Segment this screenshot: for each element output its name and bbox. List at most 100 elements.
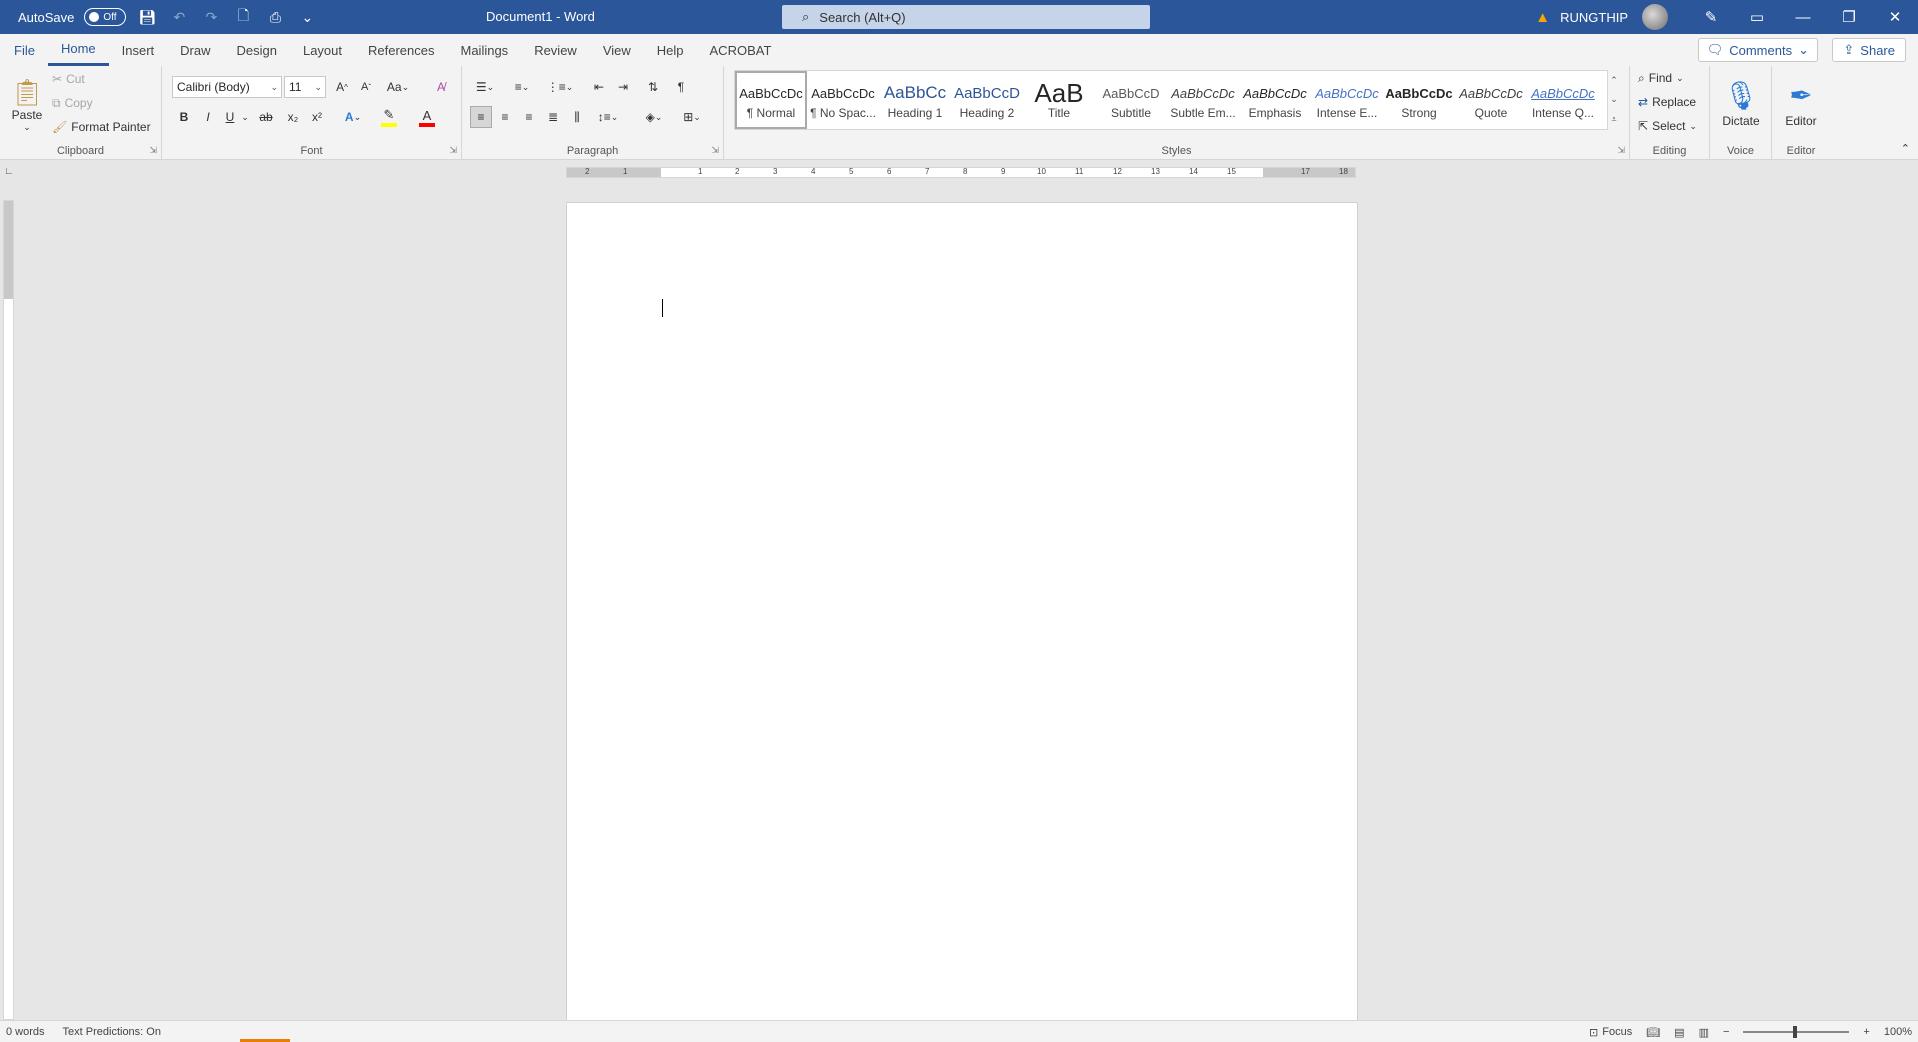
focus-button[interactable]: ⊡ Focus <box>1589 1026 1632 1039</box>
customize-qat-icon[interactable]: ⌄ <box>296 6 318 28</box>
sort-icon[interactable]: ⇅ <box>642 76 664 98</box>
tab-review[interactable]: Review <box>521 34 590 66</box>
numbering-icon[interactable]: ≡ ⌄ <box>506 76 538 98</box>
shading-icon[interactable]: ◈ ⌄ <box>638 106 670 128</box>
justify-icon[interactable]: ≣ <box>542 106 564 128</box>
show-marks-button[interactable]: ¶ <box>670 76 692 98</box>
text-predictions-status[interactable]: Text Predictions: On <box>63 1026 161 1038</box>
search-box[interactable]: ⌕ Search (Alt+Q) <box>782 5 1150 29</box>
italic-button[interactable]: I <box>198 106 218 128</box>
tab-selector-icon[interactable]: ∟ <box>4 166 14 177</box>
bold-button[interactable]: B <box>174 106 194 128</box>
editor-button[interactable]: ✒ Editor <box>1776 68 1826 138</box>
style-normal[interactable]: AaBbCcDc ¶ Normal <box>735 71 807 129</box>
close-icon[interactable]: ✕ <box>1872 0 1918 34</box>
paste-button[interactable]: 📋︎ Paste ⌄ <box>8 70 46 140</box>
dialog-launcher-icon[interactable]: ⇲ <box>449 145 457 156</box>
dialog-launcher-icon[interactable]: ⇲ <box>149 145 157 156</box>
avatar[interactable] <box>1642 4 1668 30</box>
undo-icon[interactable]: ↶ <box>168 6 190 28</box>
strikethrough-button[interactable]: ab <box>254 106 278 128</box>
tab-file[interactable]: File <box>0 34 48 66</box>
font-size-dropdown[interactable]: 11 ⌄ <box>284 76 326 98</box>
dialog-launcher-icon[interactable]: ⇲ <box>711 145 719 156</box>
find-button[interactable]: ⌕ Find ⌄ <box>1638 68 1684 88</box>
subscript-button[interactable]: x₂ <box>282 106 304 128</box>
bullets-icon[interactable]: ☰ ⌄ <box>470 76 500 98</box>
share-button[interactable]: ⇪ Share <box>1832 38 1906 62</box>
style-strong[interactable]: AaBbCcDc Strong <box>1383 71 1455 129</box>
format-painter-button[interactable]: 🖌︎ Format Painter <box>52 118 151 136</box>
tab-insert[interactable]: Insert <box>109 34 168 66</box>
cut-button[interactable]: ✂ Cut <box>52 70 85 88</box>
align-center-icon[interactable]: ≡ <box>494 106 516 128</box>
zoom-out-icon[interactable]: − <box>1723 1026 1729 1038</box>
tab-layout[interactable]: Layout <box>290 34 355 66</box>
style-heading-1[interactable]: AaBbCc Heading 1 <box>879 71 951 129</box>
chevron-down-icon[interactable]: ⌄ <box>1610 94 1618 105</box>
select-button[interactable]: ⇱ Select ⌄ <box>1638 116 1697 136</box>
print-layout-icon[interactable]: ▤ <box>1674 1026 1684 1039</box>
copy-button[interactable]: ⧉ Copy <box>52 94 93 112</box>
superscript-button[interactable]: x² <box>306 106 328 128</box>
tab-home[interactable]: Home <box>47 34 109 66</box>
underline-button[interactable]: U <box>220 106 240 128</box>
collapse-ribbon-icon[interactable]: ⌃ <box>1901 142 1910 155</box>
zoom-slider[interactable] <box>1743 1026 1850 1038</box>
align-left-icon[interactable]: ≡ <box>470 106 492 128</box>
chevron-down-icon[interactable]: ⌄ <box>240 106 250 128</box>
tab-mailings[interactable]: Mailings <box>448 34 522 66</box>
word-count[interactable]: 0 words <box>6 1026 45 1038</box>
highlight-color-button[interactable]: ✎ <box>372 106 406 128</box>
zoom-slider-thumb[interactable] <box>1793 1026 1798 1038</box>
chevron-up-icon[interactable]: ⌃ <box>1610 75 1618 86</box>
style-subtitle[interactable]: AaBbCcD Subtitle <box>1095 71 1167 129</box>
style-no-spacing[interactable]: AaBbCcDc ¶ No Spac... <box>807 71 879 129</box>
columns-icon[interactable]: ⫼ <box>566 106 588 128</box>
vertical-ruler[interactable] <box>3 200 14 1020</box>
new-document-icon[interactable]: 🗋︎ <box>232 6 254 28</box>
dictate-button[interactable]: 🎙︎ Dictate <box>1716 68 1766 138</box>
more-styles-icon[interactable]: ⩡ <box>1611 114 1616 125</box>
ribbon-display-icon[interactable]: ▭ <box>1734 0 1780 34</box>
style-subtle-emphasis[interactable]: AaBbCcDc Subtle Em... <box>1167 71 1239 129</box>
tab-draw[interactable]: Draw <box>167 34 223 66</box>
zoom-in-icon[interactable]: + <box>1863 1026 1869 1038</box>
dialog-launcher-icon[interactable]: ⇲ <box>1617 145 1625 156</box>
save-icon[interactable]: 💾︎ <box>136 6 158 28</box>
tab-acrobat[interactable]: ACROBAT <box>697 34 785 66</box>
style-emphasis[interactable]: AaBbCcDc Emphasis <box>1239 71 1311 129</box>
line-spacing-icon[interactable]: ↕≡ ⌄ <box>592 106 624 128</box>
style-intense-emphasis[interactable]: AaBbCcDc Intense E... <box>1311 71 1383 129</box>
font-color-button[interactable]: A <box>410 106 444 128</box>
tab-help[interactable]: Help <box>644 34 697 66</box>
document-page[interactable] <box>566 202 1358 1022</box>
style-heading-2[interactable]: AaBbCcD Heading 2 <box>951 71 1023 129</box>
replace-button[interactable]: ⇄ Replace <box>1638 92 1696 112</box>
tab-references[interactable]: References <box>355 34 447 66</box>
pen-icon[interactable]: ✎ <box>1688 0 1734 34</box>
align-right-icon[interactable]: ≡ <box>518 106 540 128</box>
user-name[interactable]: RUNGTHIP <box>1560 10 1628 25</box>
change-case-button[interactable]: Aa ⌄ <box>382 76 414 98</box>
style-intense-quote[interactable]: AaBbCcDc Intense Q... <box>1527 71 1599 129</box>
shrink-font-button[interactable]: Aˇ <box>356 76 376 98</box>
web-layout-icon[interactable]: ▥ <box>1699 1026 1709 1039</box>
increase-indent-icon[interactable]: ⇥ <box>612 76 634 98</box>
tab-view[interactable]: View <box>590 34 644 66</box>
style-title[interactable]: AaB Title <box>1023 71 1095 129</box>
autosave-toggle[interactable]: Off <box>84 8 127 26</box>
horizontal-ruler[interactable]: 2 1 1 2 3 4 5 6 7 8 9 10 11 12 13 14 15 … <box>566 167 1356 178</box>
zoom-level[interactable]: 100% <box>1884 1026 1912 1038</box>
decrease-indent-icon[interactable]: ⇤ <box>588 76 610 98</box>
tab-design[interactable]: Design <box>224 34 290 66</box>
restore-icon[interactable]: ❐ <box>1826 0 1872 34</box>
warning-icon[interactable]: ▲ <box>1535 9 1550 26</box>
multilevel-list-icon[interactable]: ⋮≡ ⌄ <box>544 76 576 98</box>
borders-icon[interactable]: ⊞ ⌄ <box>676 106 708 128</box>
font-family-dropdown[interactable]: Calibri (Body) ⌄ <box>172 76 282 98</box>
clear-formatting-icon[interactable]: A̸ <box>430 76 452 98</box>
read-mode-icon[interactable]: 📖︎ <box>1646 1026 1660 1039</box>
grow-font-button[interactable]: A ^ <box>332 76 352 98</box>
redo-icon[interactable]: ↷ <box>200 6 222 28</box>
